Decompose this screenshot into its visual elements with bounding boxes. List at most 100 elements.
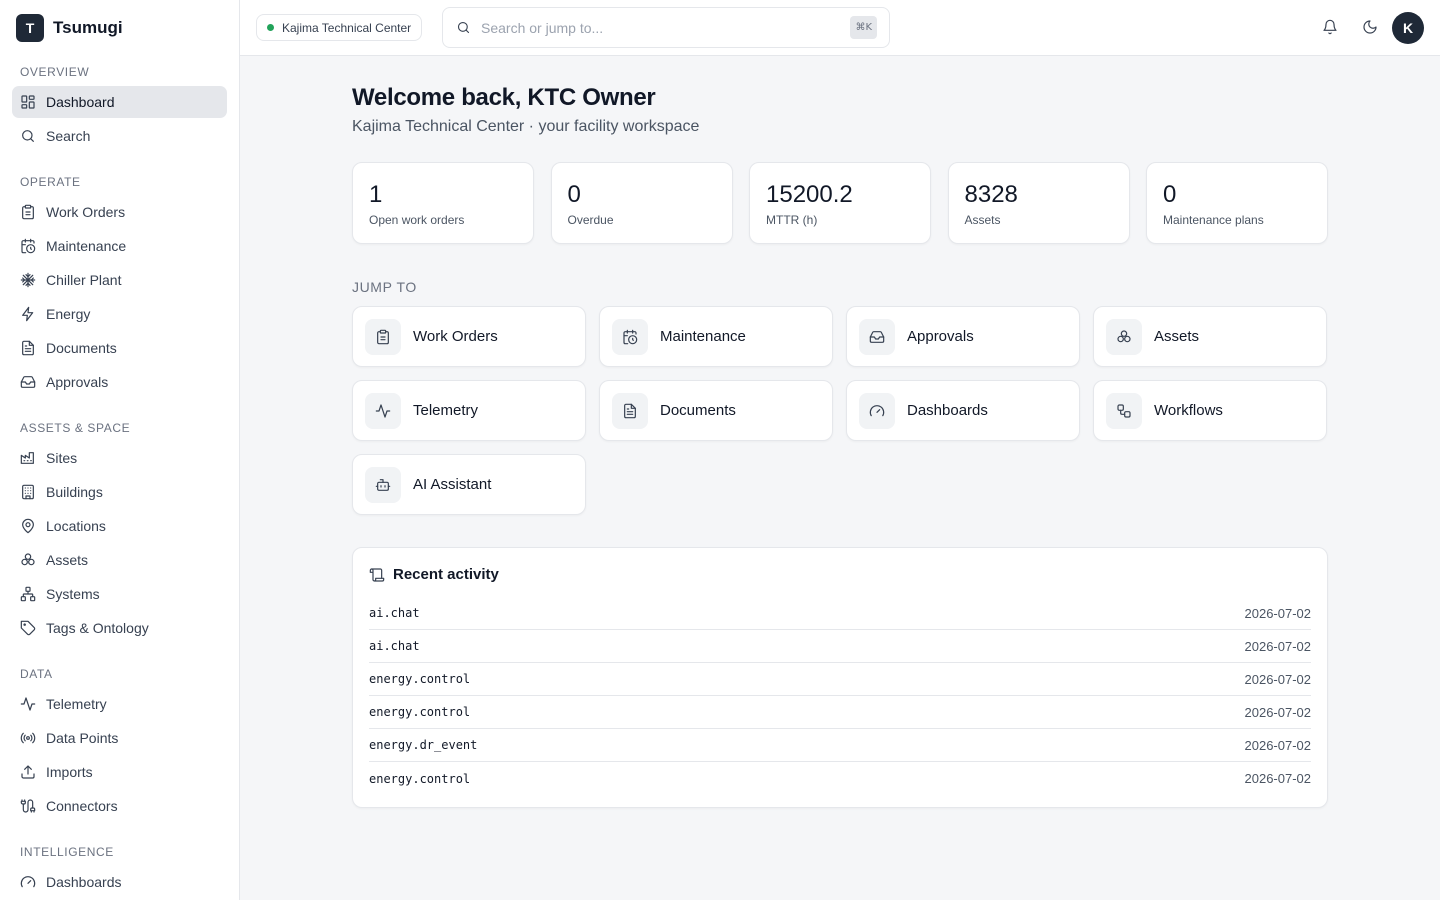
search-box[interactable]: ⌘K (442, 7, 890, 48)
activity-event: energy.control (369, 705, 471, 719)
sidebar-item-locations[interactable]: Locations (12, 510, 227, 542)
jump-card-icon (612, 392, 648, 429)
boxes-icon (1117, 329, 1131, 342)
nav-section-assets-and-space: ASSETS & SPACE Sites Buildings Locations Ass… (0, 418, 239, 646)
jump-card-label: Documents (660, 402, 736, 419)
stat-label: Maintenance plans (1163, 213, 1264, 227)
sidebar-item-connectors[interactable]: Connectors (12, 790, 227, 822)
sidebar-item-sites[interactable]: Sites (12, 442, 227, 474)
building-icon (22, 484, 34, 500)
jump-card-documents[interactable]: Documents (599, 380, 833, 441)
sidebar-item-chiller-plant[interactable]: Chiller Plant (12, 264, 227, 296)
sidebar-item-telemetry[interactable]: Telemetry (12, 688, 227, 720)
activity-list: ai.chat 2026-07-02 ai.chat 2026-07-02 energy… (369, 597, 1311, 795)
sidebar-item-assets[interactable]: Assets (12, 544, 227, 576)
page-subtitle: Kajima Technical Center · your facility … (352, 118, 700, 135)
jump-card-work-orders[interactable]: Work Orders (352, 306, 586, 367)
brand-name: Tsumugi (53, 18, 123, 37)
moon-icon (1363, 20, 1377, 34)
file-text-icon (624, 403, 636, 418)
activity-row[interactable]: ai.chat 2026-07-02 (369, 630, 1311, 663)
cable-icon (20, 799, 36, 813)
inbox-icon (20, 376, 36, 388)
jump-card-assets[interactable]: Assets (1093, 306, 1327, 367)
sidebar-item-label: Documents (46, 340, 117, 356)
jump-card-dashboards[interactable]: Dashboards (846, 380, 1080, 441)
site-selector[interactable]: Kajima Technical Center (256, 14, 423, 41)
sidebar-item-label: Systems (46, 586, 100, 602)
sidebar-item-label: Sites (46, 450, 78, 466)
activity-date: 2026-07-02 (1244, 605, 1312, 621)
activity-row[interactable]: energy.control 2026-07-02 (369, 663, 1311, 696)
stat-card-open-work-orders[interactable]: 1 Open work orders (352, 162, 534, 244)
sidebar-item-search[interactable]: Search (12, 120, 227, 152)
sidebar-item-approvals[interactable]: Approvals (12, 366, 227, 398)
activity-icon (375, 403, 391, 418)
jump-card-icon (859, 318, 895, 355)
network-icon (20, 586, 36, 602)
sidebar-item-label: Approvals (46, 374, 109, 390)
sidebar-item-label: Imports (46, 764, 93, 780)
search-icon (22, 130, 34, 142)
upload-icon (21, 765, 35, 779)
search-icon (457, 21, 470, 34)
sidebar-item-energy[interactable]: Energy (12, 298, 227, 330)
activity-row[interactable]: ai.chat 2026-07-02 (369, 597, 1311, 630)
stat-value: 15200.2 (766, 181, 853, 208)
activity-event: energy.dr_event (369, 738, 478, 752)
jump-card-ai-assistant[interactable]: AI Assistant (352, 454, 586, 515)
sidebar-item-label: Energy (46, 306, 91, 322)
radio-icon (20, 732, 36, 744)
sidebar-item-label: Maintenance (46, 238, 127, 254)
activity-row[interactable]: energy.control 2026-07-02 (369, 696, 1311, 729)
stat-value: 0 (567, 181, 581, 208)
brand[interactable]: T Tsumugi (0, 0, 239, 56)
nav-section-intelligence: INTELLIGENCE Dashboards (0, 842, 239, 900)
stat-card-mttr-h[interactable]: 15200.2 MTTR (h) (749, 162, 931, 244)
sidebar-item-label: Assets (46, 552, 89, 568)
sidebar-item-dashboards[interactable]: Dashboards (12, 866, 227, 898)
sidebar-item-systems[interactable]: Systems (12, 578, 227, 610)
inbox-icon (869, 330, 885, 343)
sidebar-item-data-points[interactable]: Data Points (12, 722, 227, 754)
page-title: Welcome back, KTC Owner (352, 84, 656, 111)
activity-date: 2026-07-02 (1244, 638, 1312, 654)
sidebar-item-work-orders[interactable]: Work Orders (12, 196, 227, 228)
sidebar-item-label: Work Orders (46, 204, 126, 220)
notifications-button[interactable] (1320, 17, 1340, 37)
nav-section-label: ASSETS & SPACE (20, 421, 131, 435)
sidebar-item-maintenance[interactable]: Maintenance (12, 230, 227, 262)
jump-card-label: Approvals (907, 328, 974, 345)
search-input[interactable] (481, 19, 841, 36)
stat-card-maintenance-plans[interactable]: 0 Maintenance plans (1146, 162, 1328, 244)
sidebar-item-documents[interactable]: Documents (12, 332, 227, 364)
jump-card-approvals[interactable]: Approvals (846, 306, 1080, 367)
sidebar-item-imports[interactable]: Imports (12, 756, 227, 788)
stat-card-overdue[interactable]: 0 Overdue (550, 162, 733, 244)
brand-logo: T (16, 14, 44, 42)
activity-row[interactable]: energy.control 2026-07-02 (369, 762, 1311, 795)
search-shortcut: ⌘K (850, 16, 877, 39)
scroll-icon (369, 567, 385, 582)
jump-card-telemetry[interactable]: Telemetry (352, 380, 586, 441)
jump-card-label: Work Orders (413, 328, 498, 345)
sidebar-item-tags-and-ontology[interactable]: Tags & Ontology (12, 612, 227, 644)
site-name: Kajima Technical Center (282, 20, 412, 35)
theme-toggle-button[interactable] (1360, 17, 1380, 37)
file-text-icon (22, 340, 34, 356)
sidebar-item-label: Chiller Plant (46, 272, 122, 288)
activity-row[interactable]: energy.dr_event 2026-07-02 (369, 729, 1311, 762)
stat-card-assets[interactable]: 8328 Assets (947, 162, 1130, 244)
factory-icon (20, 452, 34, 464)
sidebar-item-dashboard[interactable]: Dashboard (12, 86, 227, 118)
snowflake-icon (20, 272, 36, 288)
avatar[interactable]: K (1392, 12, 1424, 44)
jump-card-icon (1106, 392, 1142, 429)
jump-card-maintenance[interactable]: Maintenance (599, 306, 833, 367)
sidebar-item-buildings[interactable]: Buildings (12, 476, 227, 508)
activity-event: ai.chat (369, 606, 420, 620)
activity-event: energy.control (369, 672, 471, 686)
nav-section-label: DATA (20, 667, 53, 681)
jump-card-workflows[interactable]: Workflows (1093, 380, 1327, 441)
sidebar-item-label: Buildings (46, 484, 103, 500)
